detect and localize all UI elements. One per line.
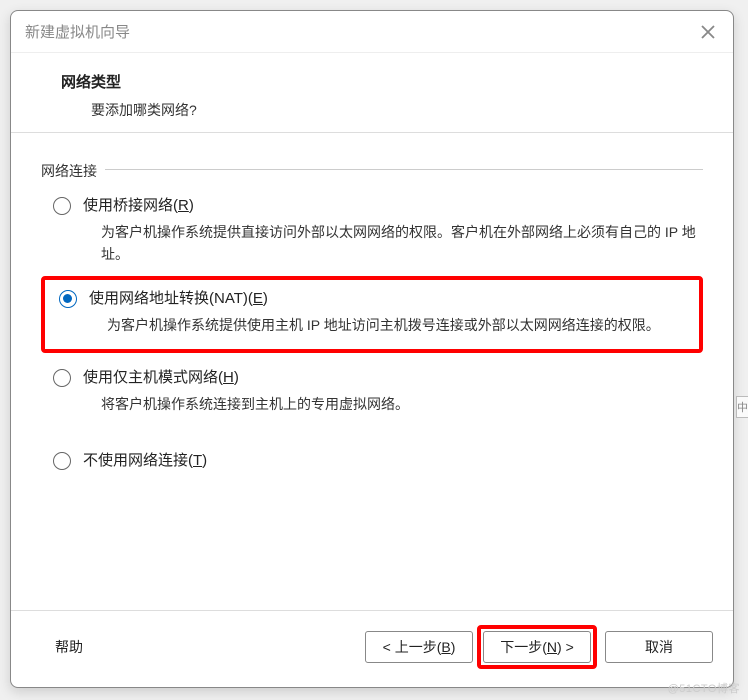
network-fieldset: 网络连接 使用桥接网络(R) 为客户机操作系统提供直接访问外部以太网网络的权限。… — [41, 155, 703, 475]
fieldset-divider — [41, 169, 703, 170]
radio-bridged[interactable] — [53, 197, 71, 215]
next-button[interactable]: 下一步(N) > — [483, 631, 591, 663]
label-bridged[interactable]: 使用桥接网络(R) — [83, 197, 194, 214]
radio-none[interactable] — [53, 452, 71, 470]
dialog-title: 新建虚拟机向导 — [25, 21, 130, 42]
content-area: 网络连接 使用桥接网络(R) 为客户机操作系统提供直接访问外部以太网网络的权限。… — [11, 133, 733, 610]
radio-nat[interactable] — [59, 290, 77, 308]
option-hostonly: 使用仅主机模式网络(H) 将客户机操作系统连接到主机上的专用虚拟网络。 — [41, 357, 703, 422]
radio-hostonly[interactable] — [53, 369, 71, 387]
page-title: 网络类型 — [61, 71, 703, 92]
label-none[interactable]: 不使用网络连接(T) — [83, 452, 207, 469]
back-button[interactable]: < 上一步(B) — [365, 631, 473, 663]
label-hostonly[interactable]: 使用仅主机模式网络(H) — [83, 369, 239, 386]
page-subtitle: 要添加哪类网络? — [61, 100, 703, 120]
option-bridged: 使用桥接网络(R) 为客户机操作系统提供直接访问外部以太网网络的权限。客户机在外… — [41, 185, 703, 272]
desc-bridged: 为客户机操作系统提供直接访问外部以太网网络的权限。客户机在外部网络上必须有自己的… — [83, 217, 703, 269]
option-none: 不使用网络连接(T) — [41, 440, 703, 475]
highlight-next: 下一步(N) > — [477, 625, 597, 669]
help-button[interactable]: 帮助 — [31, 637, 83, 657]
wizard-header: 网络类型 要添加哪类网络? — [11, 53, 733, 133]
label-nat[interactable]: 使用网络地址转换(NAT)(E) — [89, 290, 268, 307]
highlight-nat: 使用网络地址转换(NAT)(E) 为客户机操作系统提供使用主机 IP 地址访问主… — [41, 276, 703, 353]
wizard-dialog: 新建虚拟机向导 网络类型 要添加哪类网络? 网络连接 使用桥接网络(R) 为客户… — [10, 10, 734, 688]
desc-hostonly: 将客户机操作系统连接到主机上的专用虚拟网络。 — [83, 389, 703, 419]
cancel-button[interactable]: 取消 — [605, 631, 713, 663]
option-nat: 使用网络地址转换(NAT)(E) 为客户机操作系统提供使用主机 IP 地址访问主… — [47, 284, 697, 343]
fieldset-legend: 网络连接 — [41, 161, 105, 181]
desc-nat: 为客户机操作系统提供使用主机 IP 地址访问主机拨号连接或外部以太网网络连接的权… — [89, 310, 697, 340]
page-edge-stub: 中 — [736, 396, 748, 418]
footer: 帮助 < 上一步(B) 下一步(N) > 取消 — [11, 610, 733, 687]
titlebar: 新建虚拟机向导 — [11, 11, 733, 53]
close-icon[interactable] — [697, 21, 719, 43]
